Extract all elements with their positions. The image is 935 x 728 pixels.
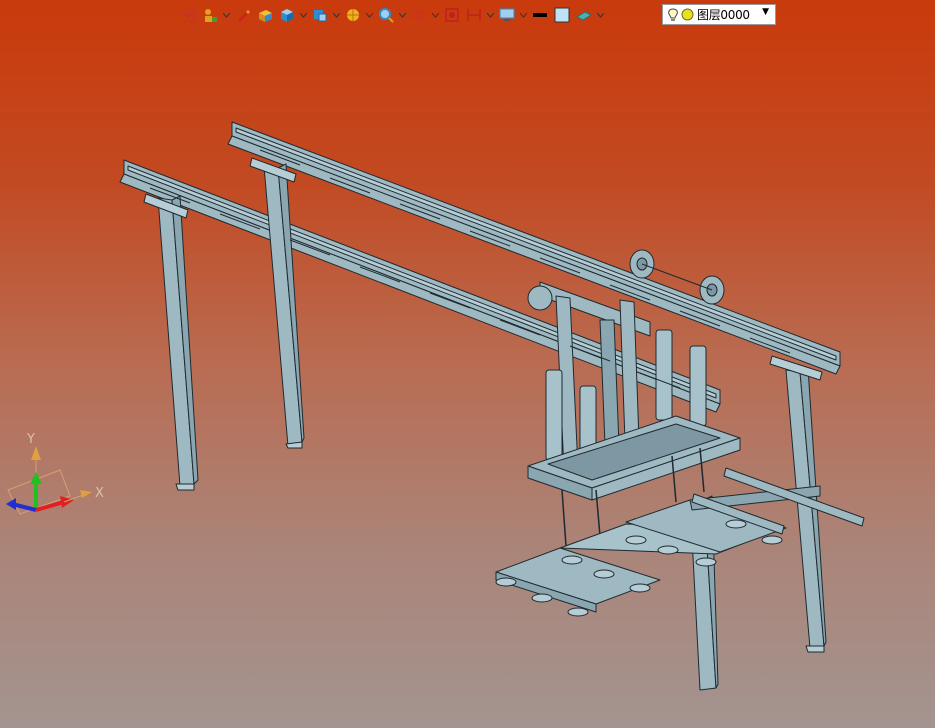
3d-viewport[interactable]: X Y 图层0000 ▼ [0, 0, 935, 728]
chevron-down-icon [223, 12, 230, 18]
line-color-button[interactable] [530, 5, 550, 25]
chevron-down-icon [432, 12, 439, 18]
exit-button[interactable] [178, 5, 198, 25]
zoom-dropdown[interactable] [398, 5, 407, 25]
chevron-down-icon [300, 12, 307, 18]
view-cube-button[interactable] [277, 5, 297, 25]
orbit-dropdown[interactable] [431, 5, 440, 25]
section-dropdown[interactable] [365, 5, 374, 25]
render-dropdown[interactable] [332, 5, 341, 25]
chevron-down-icon [487, 12, 494, 18]
snapshot-icon [445, 8, 459, 22]
view-cube-dropdown[interactable] [299, 5, 308, 25]
section-button[interactable] [343, 5, 363, 25]
display-dropdown[interactable] [519, 5, 528, 25]
user-component-icon [205, 9, 217, 22]
chevron-down-icon [597, 12, 604, 18]
y-axis-label: Y [26, 432, 35, 447]
post-rear-left [263, 163, 305, 449]
measure-dropdown[interactable] [486, 5, 495, 25]
zoom-icon [379, 8, 394, 23]
chevron-down-icon[interactable]: ▼ [762, 7, 769, 17]
layer-selector[interactable]: 图层0000 ▼ [662, 4, 776, 25]
render-icon [314, 10, 327, 22]
snapshot-button[interactable] [442, 5, 462, 25]
box-icon [259, 10, 272, 22]
chevron-down-icon [520, 12, 527, 18]
fill-color-button[interactable] [552, 5, 572, 25]
surface-style-dropdown[interactable] [596, 5, 605, 25]
user-component-button[interactable] [200, 5, 220, 25]
chevron-down-icon [366, 12, 373, 18]
chevron-down-icon [399, 12, 406, 18]
exit-icon [182, 8, 195, 22]
x-axis-label: X [95, 486, 104, 501]
orbit-button[interactable] [409, 5, 429, 25]
layer-name: 图层0000 [697, 8, 750, 22]
surface-style-button[interactable] [574, 5, 594, 25]
model-view[interactable]: X Y [0, 0, 935, 728]
chevron-down-icon [333, 12, 340, 18]
yellow-circle-icon [681, 8, 694, 21]
edit-icon [238, 10, 250, 22]
view-cube-icon [281, 9, 293, 22]
line-color-icon [533, 13, 547, 17]
user-component-dropdown[interactable] [222, 5, 231, 25]
axis-triad: X Y [6, 432, 104, 515]
box-button[interactable] [255, 5, 275, 25]
section-icon [347, 9, 359, 21]
surface-style-icon [576, 11, 592, 21]
measure-button[interactable] [464, 5, 484, 25]
view-toolbar [178, 3, 605, 27]
display-button[interactable] [497, 5, 517, 25]
edit-button[interactable] [233, 5, 253, 25]
zoom-button[interactable] [376, 5, 396, 25]
post-front-left [157, 195, 199, 491]
fill-color-icon [554, 7, 570, 23]
render-button[interactable] [310, 5, 330, 25]
display-icon [499, 8, 515, 21]
orbit-icon [412, 9, 426, 21]
lightbulb-icon [668, 7, 678, 21]
measure-icon [467, 9, 481, 21]
